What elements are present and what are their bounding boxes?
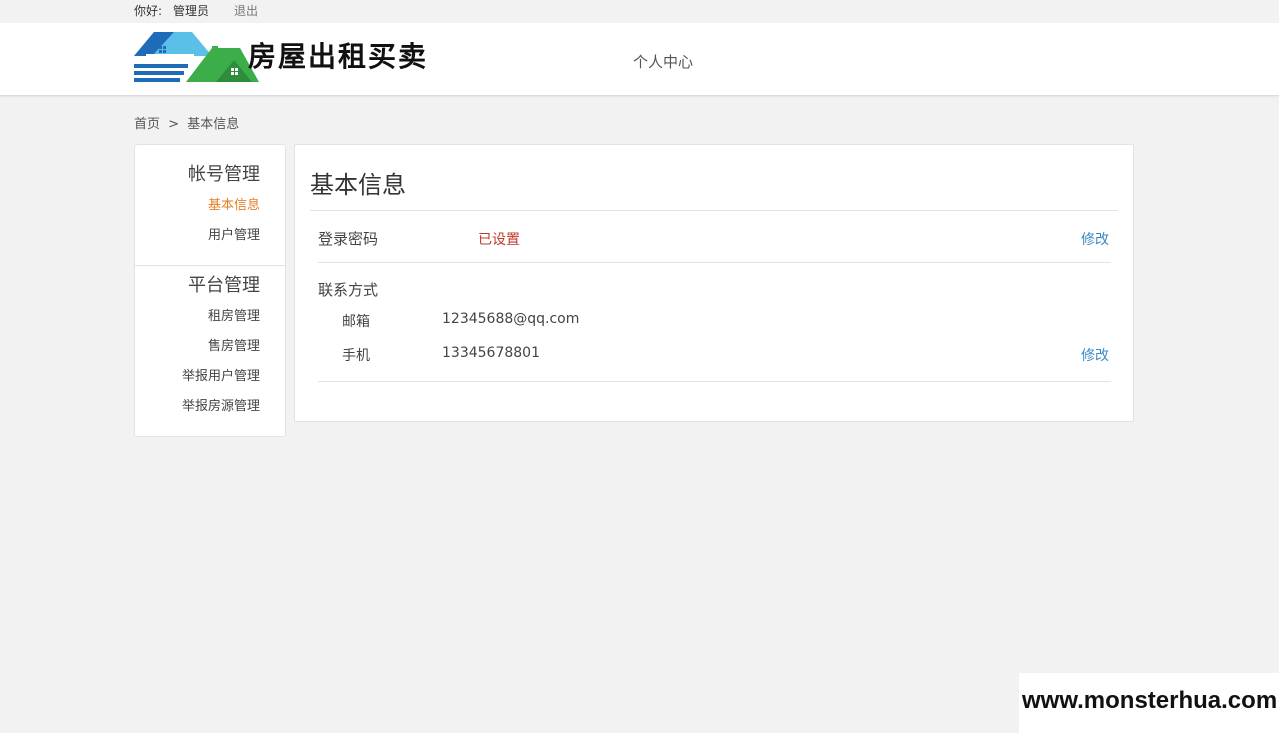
top-bar: 你好: 管理员 退出 (0, 0, 1279, 23)
contact-label: 联系方式 (318, 281, 379, 299)
sidebar-item-report-house[interactable]: 举报房源管理 (135, 392, 260, 422)
page-title: 基本信息 (310, 171, 406, 199)
watermark: www.monsterhua.com (1019, 673, 1279, 733)
breadcrumb-current: 基本信息 (187, 117, 240, 132)
sidebar-item-rental-management[interactable]: 租房管理 (135, 302, 260, 332)
site-title: 房屋出租买卖 (248, 40, 429, 73)
sidebar-item-report-user[interactable]: 举报用户管理 (135, 362, 260, 392)
sidebar-item-basic-info[interactable]: 基本信息 (135, 191, 260, 221)
title-divider (310, 210, 1118, 211)
sidebar-group-account: 帐号管理 基本信息 用户管理 (135, 145, 285, 266)
email-label: 邮箱 (342, 314, 370, 330)
divider (318, 381, 1111, 382)
sidebar-group-title: 平台管理 (188, 275, 260, 296)
watermark-text: www.monsterhua.com (1022, 687, 1278, 714)
sidebar-group-title: 帐号管理 (188, 164, 260, 185)
edit-password-link[interactable]: 修改 (1081, 229, 1109, 249)
greeting-label: 你好: (134, 4, 163, 18)
house-logo-icon[interactable] (134, 30, 259, 84)
breadcrumb-home[interactable]: 首页 (134, 117, 160, 132)
logout-link[interactable]: 退出 (234, 0, 258, 23)
edit-contact-link[interactable]: 修改 (1081, 345, 1109, 365)
sidebar-group-platform: 平台管理 租房管理 售房管理 举报用户管理 举报房源管理 (135, 266, 285, 422)
password-label: 登录密码 (318, 230, 379, 248)
email-value: 12345688@qq.com (442, 311, 580, 327)
sidebar-item-sale-management[interactable]: 售房管理 (135, 332, 260, 362)
username: 管理员 (173, 4, 210, 18)
sidebar: 帐号管理 基本信息 用户管理 平台管理 租房管理 售房管理 举报用户管理 举报房… (134, 144, 286, 437)
phone-label: 手机 (342, 348, 370, 364)
breadcrumb: 首页 > 基本信息 (134, 113, 243, 132)
basic-info-panel: 基本信息 登录密码 已设置 修改 联系方式 邮箱 12345688@qq.com… (294, 144, 1134, 422)
breadcrumb-separator: > (168, 117, 180, 132)
nav-personal-center[interactable]: 个人中心 (633, 51, 693, 72)
sidebar-item-user-management[interactable]: 用户管理 (135, 221, 260, 251)
site-header: 房屋出租买卖 个人中心 (0, 23, 1279, 96)
divider (318, 262, 1111, 263)
phone-value: 13345678801 (442, 345, 540, 361)
password-status: 已设置 (478, 232, 520, 248)
